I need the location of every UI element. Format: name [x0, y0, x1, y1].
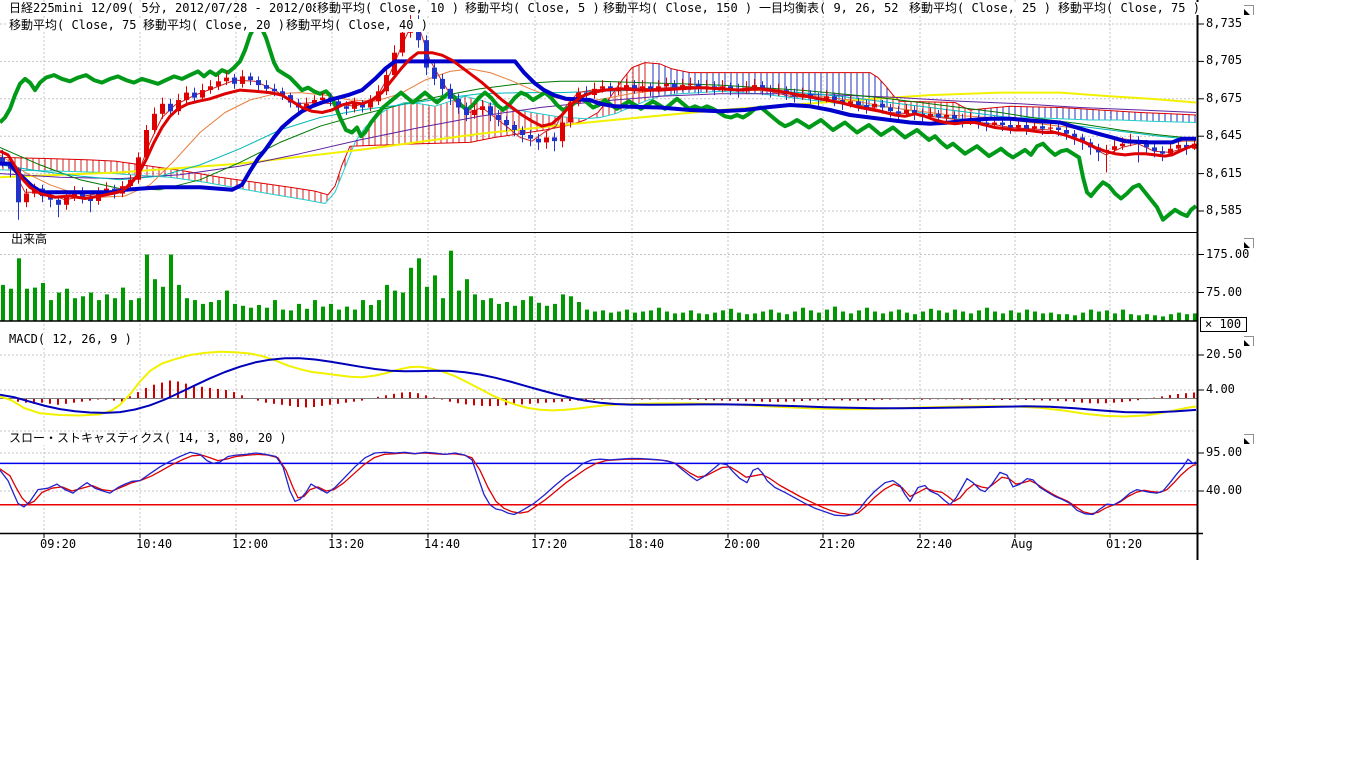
legend-item[interactable]: 移動平均( Close, 10 ) — [316, 2, 460, 15]
price-axis-label: 8,675 — [1206, 92, 1242, 105]
time-axis-label: 17:20 — [531, 538, 567, 551]
legend-item[interactable]: 移動平均( Close, 75 ) — [8, 19, 152, 32]
axis-scale-handle-icon[interactable] — [1244, 434, 1254, 444]
price-axis-label: 8,615 — [1206, 167, 1242, 180]
axis-scale-handle-icon[interactable] — [1244, 238, 1254, 248]
legend-item[interactable]: 移動平均( Close, 40 ) — [285, 19, 429, 32]
chart-canvas[interactable] — [0, 0, 1366, 768]
stoch-axis-label: 95.00 — [1206, 446, 1242, 459]
time-axis-label: 22:40 — [916, 538, 952, 551]
stoch-axis-label: 40.00 — [1206, 484, 1242, 497]
time-axis-label: 12:00 — [232, 538, 268, 551]
macd-axis-label: 20.50 — [1206, 348, 1242, 361]
price-axis-label: 8,705 — [1206, 54, 1242, 67]
price-axis-label: 8,735 — [1206, 17, 1242, 30]
volume-axis-label: 75.00 — [1206, 286, 1242, 299]
time-axis-label: 18:40 — [628, 538, 664, 551]
legend-item[interactable]: 一目均衡表( 9, 26, 52 ) — [758, 2, 914, 15]
volume-multiplier-badge: × 100 — [1200, 317, 1247, 332]
time-axis-label: 01:20 — [1106, 538, 1142, 551]
macd-panel-label: MACD( 12, 26, 9 ) — [8, 333, 133, 346]
time-axis-label: 09:20 — [40, 538, 76, 551]
time-axis-label: 21:20 — [819, 538, 855, 551]
volume-panel-label: 出来高 — [10, 233, 48, 246]
time-axis-label: 20:00 — [724, 538, 760, 551]
macd-axis-label: 4.00 — [1206, 383, 1235, 396]
time-axis-label: 13:20 — [328, 538, 364, 551]
legend-item[interactable]: 移動平均( Close, 25 ) — [908, 2, 1052, 15]
time-axis-label: 14:40 — [424, 538, 460, 551]
legend-item[interactable]: 移動平均( Close, 150 ) — [602, 2, 753, 15]
legend-item[interactable]: 移動平均( Close, 5 ) — [464, 2, 601, 15]
legend-symbol-title[interactable]: 日経225mini 12/09( 5分, 2012/07/28 - 2012/0… — [8, 2, 357, 15]
volume-axis-label: 175.00 — [1206, 248, 1249, 261]
price-axis-label: 8,645 — [1206, 129, 1242, 142]
axis-scale-handle-icon[interactable] — [1244, 5, 1254, 15]
legend-item[interactable]: 移動平均( Close, 75 ) — [1057, 2, 1201, 15]
time-axis-label: 10:40 — [136, 538, 172, 551]
legend-item[interactable]: 移動平均( Close, 20 ) — [142, 19, 286, 32]
axis-scale-handle-icon[interactable] — [1244, 336, 1254, 346]
stochastics-panel-label: スロー・ストキャスティクス( 14, 3, 80, 20 ) — [8, 432, 288, 445]
price-axis-label: 8,585 — [1206, 204, 1242, 217]
time-axis-label: Aug — [1011, 538, 1033, 551]
chart-window: 出来高 MACD( 12, 26, 9 ) スロー・ストキャスティクス( 14,… — [0, 0, 1366, 768]
